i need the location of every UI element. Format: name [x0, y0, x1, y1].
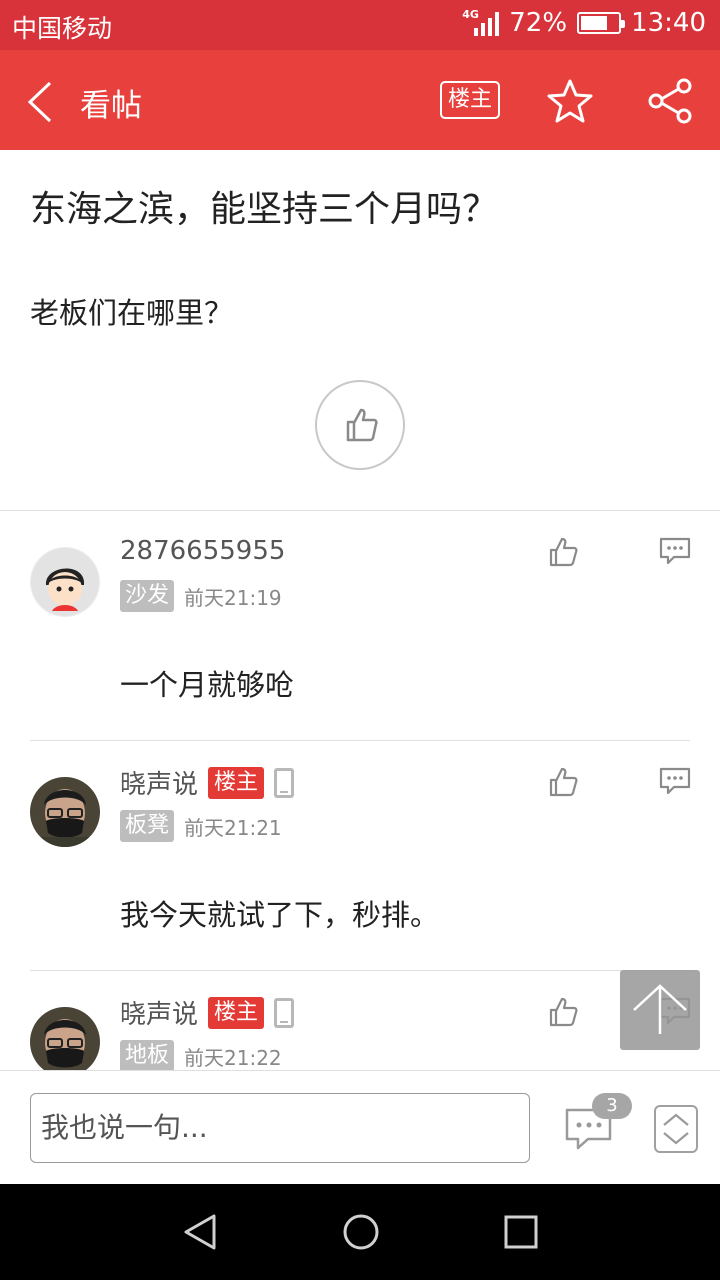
- app-bar: 看帖 楼主: [0, 50, 720, 150]
- comment-text: 我今天就试了下，秒排。: [120, 898, 440, 932]
- clock: 13:40: [631, 8, 706, 38]
- divider: [30, 970, 690, 971]
- divider: [30, 740, 690, 741]
- system-nav-bar: [0, 1184, 720, 1280]
- comment-time: 前天21:21: [184, 815, 282, 840]
- comment-count-badge: 3: [592, 1093, 632, 1119]
- reply-comment-icon[interactable]: [658, 766, 692, 796]
- comment-item: 晓声说 楼主 地板 前天21:22: [0, 990, 720, 1070]
- floor-tag: 地板: [120, 1040, 175, 1070]
- only-owner-button[interactable]: 楼主: [440, 81, 500, 119]
- nav-back-icon[interactable]: [180, 1212, 220, 1252]
- comment-username[interactable]: 晓声说: [120, 994, 198, 1031]
- owner-tag: 楼主: [208, 766, 265, 799]
- carrier-label: 中国移动: [12, 14, 113, 43]
- comment-time: 前天21:22: [184, 1045, 282, 1070]
- page-jump-button[interactable]: [654, 1105, 698, 1153]
- avatar[interactable]: [30, 1007, 100, 1070]
- divider: [0, 510, 720, 511]
- comment-username[interactable]: 晓声说: [120, 764, 198, 801]
- reply-comment-icon[interactable]: [658, 536, 692, 566]
- post-title: 东海之滨，能坚持三个月吗？: [30, 189, 499, 230]
- avatar[interactable]: [30, 547, 100, 617]
- thumbs-up-icon: [346, 408, 378, 442]
- mobile-phone-icon: [274, 997, 295, 1028]
- comment-username[interactable]: 2876655955: [120, 536, 285, 566]
- back-arrow-icon[interactable]: [24, 80, 58, 124]
- post-like-button[interactable]: [315, 380, 405, 470]
- floor-tag: 板凳: [120, 810, 175, 842]
- battery-icon: [577, 12, 626, 34]
- nav-home-icon[interactable]: [341, 1212, 381, 1252]
- share-icon[interactable]: [646, 78, 694, 124]
- arrow-up-icon: [633, 984, 687, 1034]
- signal-icon: 4G: [462, 8, 500, 36]
- up-down-chevron-icon: [663, 1113, 689, 1145]
- comment-time: 前天21:19: [184, 585, 282, 610]
- network-type: 4G: [462, 8, 479, 21]
- floor-tag: 沙发: [120, 580, 175, 612]
- bottom-bar: 我也说一句... 3: [0, 1070, 720, 1184]
- owner-tag: 楼主: [208, 996, 265, 1029]
- post-body: 老板们在哪里？: [30, 296, 234, 330]
- page-title: 看帖: [80, 88, 142, 124]
- thumbs-up-icon[interactable]: [548, 766, 580, 798]
- avatar[interactable]: [30, 777, 100, 847]
- nav-recents-icon[interactable]: [501, 1212, 541, 1252]
- thumbs-up-icon[interactable]: [548, 536, 580, 568]
- scroll-to-top-button[interactable]: [620, 970, 700, 1050]
- battery-percent: 72%: [509, 8, 568, 38]
- mobile-phone-icon: [274, 767, 295, 798]
- thumbs-up-icon[interactable]: [548, 996, 580, 1028]
- comment-input[interactable]: 我也说一句...: [30, 1093, 530, 1163]
- status-bar: 中国移动 4G 72% 13:40: [0, 0, 720, 50]
- favorite-star-icon[interactable]: [546, 78, 594, 124]
- comment-text: 一个月就够呛: [120, 668, 295, 702]
